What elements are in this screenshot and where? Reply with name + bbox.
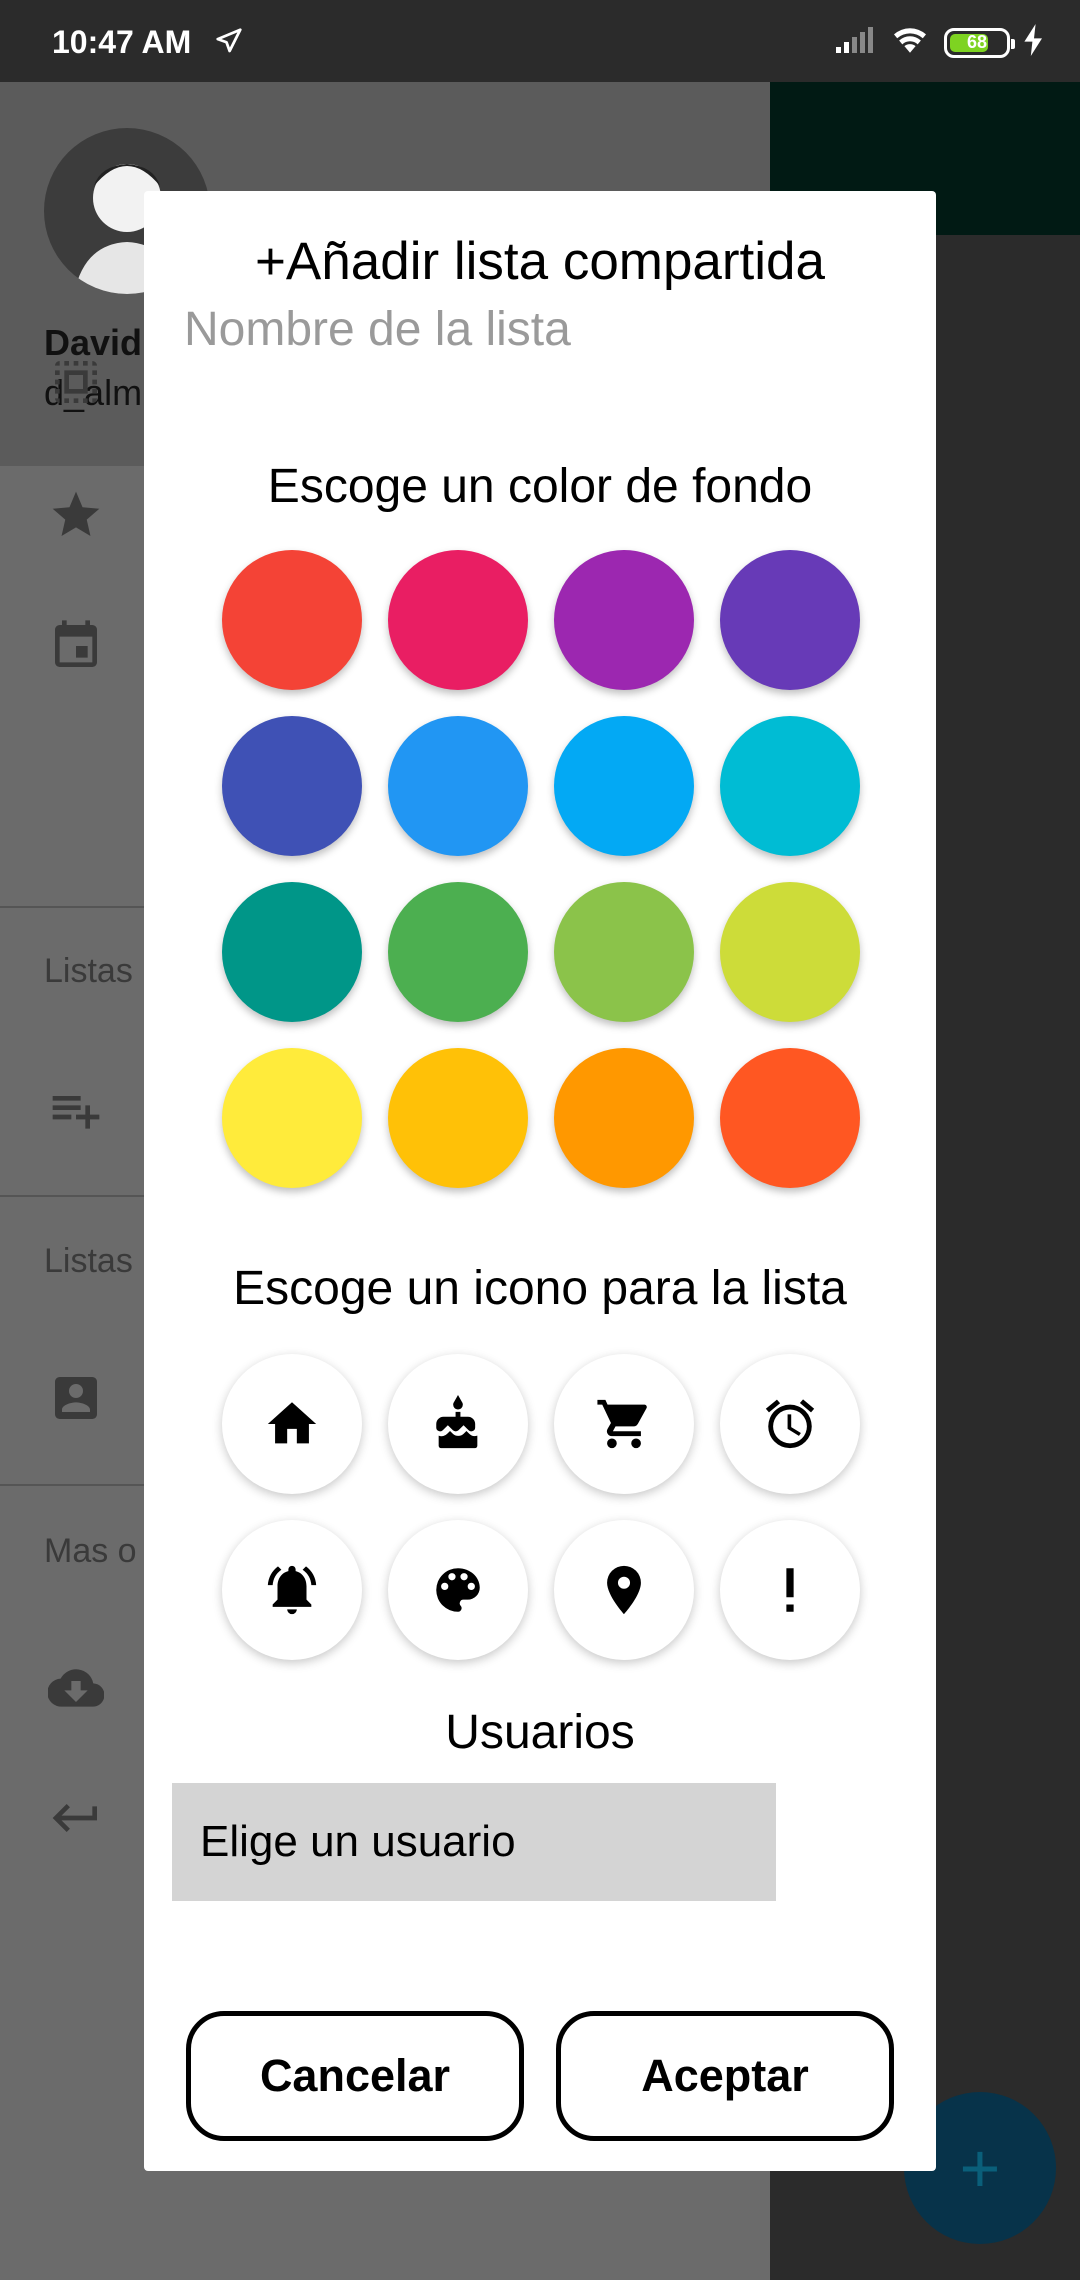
color-swatch[interactable] [222, 882, 362, 1022]
color-heading: Escoge un color de fondo [267, 460, 813, 513]
cloud-download-icon[interactable] [47, 1660, 105, 1716]
color-swatch[interactable] [222, 1048, 362, 1188]
home-icon [267, 1402, 317, 1444]
star-icon[interactable] [48, 487, 104, 543]
drawer-section-lists: Listas [44, 952, 133, 990]
color-swatch[interactable] [554, 1048, 694, 1188]
status-time: 10:47 AM [52, 24, 192, 60]
color-swatch[interactable] [720, 550, 860, 690]
home-icon-option[interactable] [222, 1354, 362, 1494]
palette-icon [436, 1568, 480, 1612]
cancel-button[interactable]: Cancelar [186, 2011, 524, 2141]
list-name-input[interactable] [184, 299, 784, 359]
add-shared-list-dialog: +Añadir lista compartida Escoge un color… [144, 191, 936, 2171]
color-swatch[interactable] [222, 550, 362, 690]
exclamation-icon-option[interactable] [720, 1520, 860, 1660]
exclamation-icon [786, 1568, 794, 1612]
icon-heading: Escoge un icono para la lista [233, 1262, 847, 1315]
color-swatch[interactable] [554, 882, 694, 1022]
charging-icon [1024, 24, 1044, 61]
location-pin-icon [607, 1565, 641, 1615]
shopping-cart-icon [597, 1399, 647, 1449]
color-swatch[interactable] [720, 882, 860, 1022]
playlist-add-icon[interactable] [48, 1082, 104, 1138]
color-swatch[interactable] [388, 882, 528, 1022]
notification-bell-icon [267, 1565, 317, 1615]
drawer-section-shared-lists: Listas [44, 1242, 133, 1280]
cake-icon-option[interactable] [388, 1354, 528, 1494]
alarm-icon-option[interactable] [720, 1354, 860, 1494]
dialog-title: +Añadir lista compartida [254, 232, 826, 291]
accept-button[interactable]: Aceptar [556, 2011, 894, 2141]
cake-icon [436, 1395, 478, 1449]
color-swatch[interactable] [554, 716, 694, 856]
signal-icon [834, 25, 876, 60]
status-bar: 10:47 AM 68 [0, 0, 1080, 82]
location-pin-icon-option[interactable] [554, 1520, 694, 1660]
logout-return-icon[interactable] [48, 1790, 104, 1846]
user-select-dropdown[interactable]: Elige un usuario [172, 1783, 776, 1901]
shopping-cart-icon-option[interactable] [554, 1354, 694, 1494]
color-swatch[interactable] [388, 1048, 528, 1188]
color-swatch[interactable] [720, 1048, 860, 1188]
users-heading: Usuarios [445, 1706, 635, 1759]
battery-icon: 68 [944, 27, 1015, 58]
color-swatch[interactable] [554, 550, 694, 690]
notification-bell-icon-option[interactable] [222, 1520, 362, 1660]
calendar-icon[interactable] [48, 618, 104, 674]
color-swatch[interactable] [388, 550, 528, 690]
battery-level: 68 [966, 32, 988, 52]
color-swatch[interactable] [720, 716, 860, 856]
drawer-section-more: Mas o [44, 1532, 137, 1570]
alarm-icon [765, 1399, 815, 1449]
contact-icon[interactable] [48, 1370, 104, 1426]
palette-icon-option[interactable] [388, 1520, 528, 1660]
color-swatch[interactable] [388, 716, 528, 856]
wifi-icon [890, 24, 930, 61]
select-all-icon[interactable] [48, 354, 104, 410]
location-arrow-icon [214, 26, 244, 61]
color-swatch[interactable] [222, 716, 362, 856]
